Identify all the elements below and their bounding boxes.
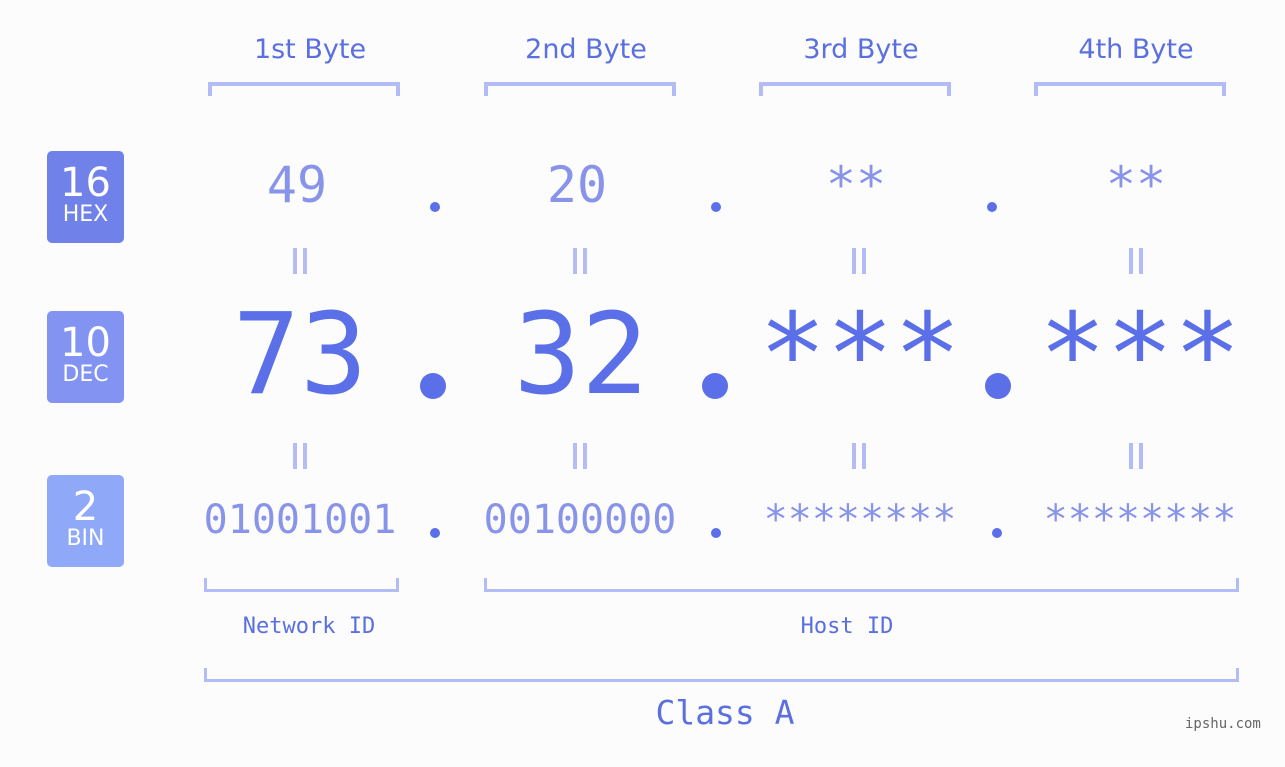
- dec-byte-4: ***: [1038, 290, 1242, 420]
- dec-base-label: DEC: [62, 362, 109, 387]
- bin-dot-1: [430, 528, 440, 538]
- watermark: ipshu.com: [1185, 716, 1261, 732]
- hex-byte-3: **: [825, 156, 887, 214]
- class-bracket: [204, 668, 1239, 682]
- hex-base-label: HEX: [62, 202, 109, 227]
- dec-byte-3: ***: [758, 290, 962, 420]
- dec-dot-2: [702, 373, 728, 399]
- equals-icon: [293, 443, 307, 469]
- bracket-byte-3: [759, 82, 951, 96]
- header-byte-1: 1st Byte: [253, 34, 367, 65]
- hex-byte-2: 20: [546, 156, 608, 214]
- equals-icon: [852, 248, 866, 274]
- header-byte-3: 3rd Byte: [803, 34, 919, 65]
- bin-byte-1: 01001001: [203, 497, 397, 543]
- equals-icon: [573, 443, 587, 469]
- host-id-label: Host ID: [800, 614, 894, 639]
- header-byte-2: 2nd Byte: [525, 34, 647, 65]
- equals-icon: [1129, 443, 1143, 469]
- hex-dot-3: [987, 202, 997, 212]
- bin-base-label: BIN: [66, 526, 105, 551]
- network-id-label: Network ID: [242, 614, 376, 639]
- equals-icon: [852, 443, 866, 469]
- network-id-bracket: [204, 578, 399, 592]
- dec-dot-1: [420, 373, 446, 399]
- equals-icon: [573, 248, 587, 274]
- bin-base-number: 2: [72, 484, 99, 530]
- hex-dot-1: [430, 202, 440, 212]
- equals-icon: [1129, 248, 1143, 274]
- dec-byte-1: 73: [232, 290, 368, 420]
- dec-dot-3: [985, 373, 1011, 399]
- bracket-byte-2: [484, 82, 676, 96]
- dec-base-number: 10: [60, 320, 111, 366]
- equals-icon: [293, 248, 307, 274]
- hex-badge: 16 HEX: [47, 151, 124, 243]
- hex-base-number: 16: [60, 160, 111, 206]
- dec-byte-2: 32: [513, 290, 649, 420]
- hex-dot-2: [711, 202, 721, 212]
- bin-byte-4: ********: [1043, 497, 1237, 543]
- bin-badge: 2 BIN: [47, 475, 124, 567]
- bin-dot-2: [711, 528, 721, 538]
- hex-byte-1: 49: [266, 156, 328, 214]
- hex-byte-4: **: [1105, 156, 1167, 214]
- bin-byte-2: 00100000: [483, 497, 677, 543]
- bin-dot-3: [992, 528, 1002, 538]
- bracket-byte-1: [208, 82, 400, 96]
- bin-byte-3: ********: [763, 497, 957, 543]
- header-byte-4: 4th Byte: [1078, 34, 1194, 65]
- bracket-byte-4: [1034, 82, 1226, 96]
- class-label: Class A: [655, 693, 795, 732]
- host-id-bracket: [484, 578, 1239, 592]
- dec-badge: 10 DEC: [47, 311, 124, 403]
